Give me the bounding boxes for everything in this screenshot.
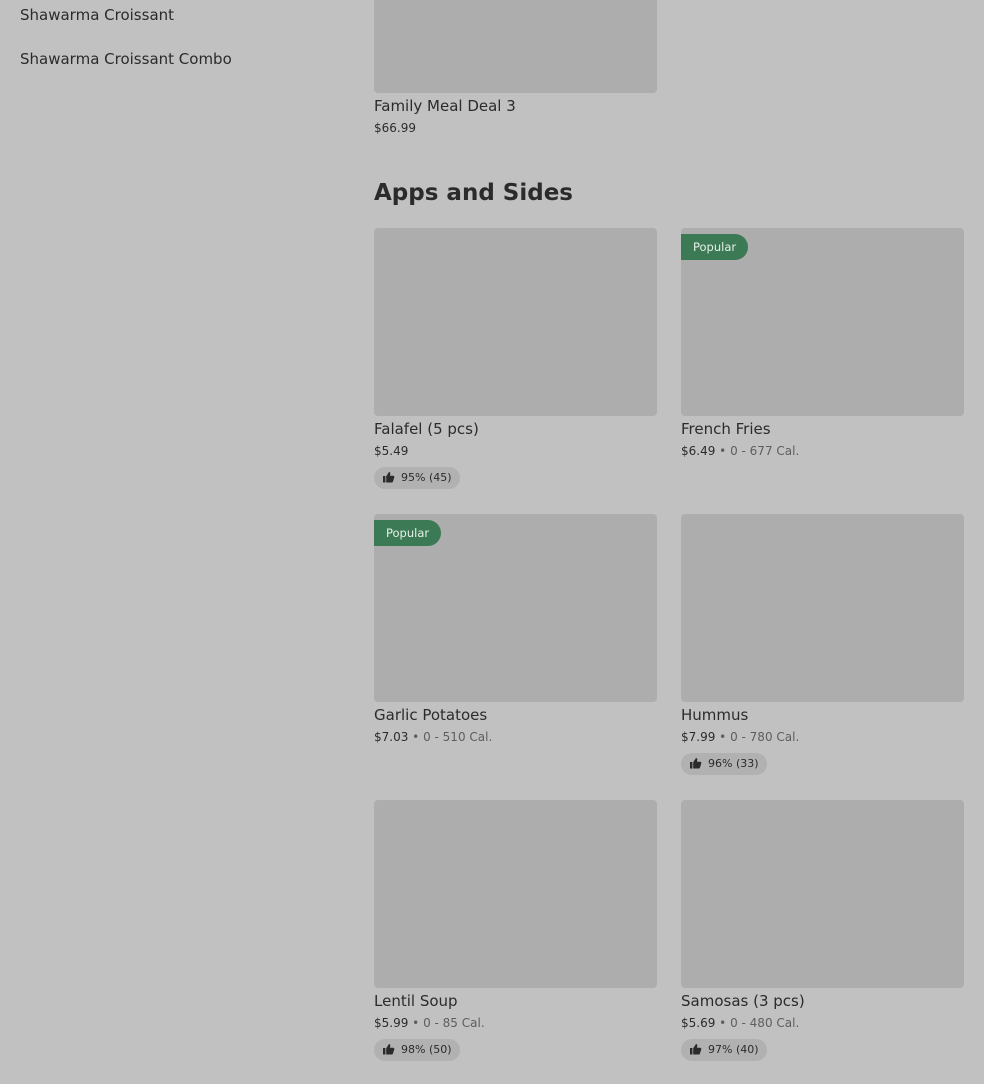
rating-pill: 96% (33) [681,753,767,775]
meta-separator: • [408,1016,424,1030]
item-name: Lentil Soup [374,992,458,1010]
item-meta: $5.49 [374,444,408,458]
rating-text: 95% (45) [401,471,452,484]
item-meta: $66.99 [374,121,416,135]
item-meta: $6.49 • 0 - 677 Cal. [681,444,799,458]
thumbs-up-icon [690,758,702,769]
item-price: $5.49 [374,444,409,458]
item-calories: 0 - 677 Cal. [730,444,800,458]
item-price: $66.99 [374,121,416,135]
thumbs-up-icon [690,1044,702,1055]
item-image[interactable] [374,0,657,93]
item-meta: $5.69 • 0 - 480 Cal. [681,1016,799,1030]
item-name: Samosas (3 pcs) [681,992,805,1010]
item-meta: $7.03 • 0 - 510 Cal. [374,730,492,744]
rating-pill: 97% (40) [681,1039,767,1061]
item-image[interactable] [374,800,657,988]
rating-pill: 95% (45) [374,467,460,489]
meta-separator: • [715,730,731,744]
rating-pill: 98% (50) [374,1039,460,1061]
rating-text: 98% (50) [401,1043,452,1056]
item-meta: $5.99 • 0 - 85 Cal. [374,1016,485,1030]
item-name: Garlic Potatoes [374,706,488,724]
meta-separator: • [408,730,424,744]
popular-badge: Popular [374,520,442,546]
item-name: Family Meal Deal 3 [374,97,516,115]
thumbs-up-icon [383,472,395,483]
item-name: French Fries [681,420,771,438]
item-image[interactable] [374,228,657,416]
item-calories: 0 - 85 Cal. [423,1016,485,1030]
section-title: Apps and Sides [374,180,573,206]
rating-text: 96% (33) [708,757,759,770]
item-image[interactable] [681,514,964,702]
meta-separator: • [715,1016,731,1030]
item-price: $6.49 [681,444,716,458]
thumbs-up-icon [383,1044,395,1055]
item-price: $5.69 [681,1016,716,1030]
item-calories: 0 - 510 Cal. [423,730,493,744]
item-calories: 0 - 780 Cal. [730,730,800,744]
sidebar-item-shawarma-croissant-combo[interactable]: Shawarma Croissant Combo [20,50,232,68]
item-name: Hummus [681,706,749,724]
item-calories: 0 - 480 Cal. [730,1016,800,1030]
rating-text: 97% (40) [708,1043,759,1056]
item-image[interactable] [681,800,964,988]
item-price: $5.99 [374,1016,409,1030]
item-price: $7.03 [374,730,409,744]
item-price: $7.99 [681,730,716,744]
item-name: Falafel (5 pcs) [374,420,479,438]
item-meta: $7.99 • 0 - 780 Cal. [681,730,799,744]
sidebar-item-shawarma-croissant[interactable]: Shawarma Croissant [20,6,174,24]
popular-badge: Popular [681,234,749,260]
meta-separator: • [715,444,731,458]
